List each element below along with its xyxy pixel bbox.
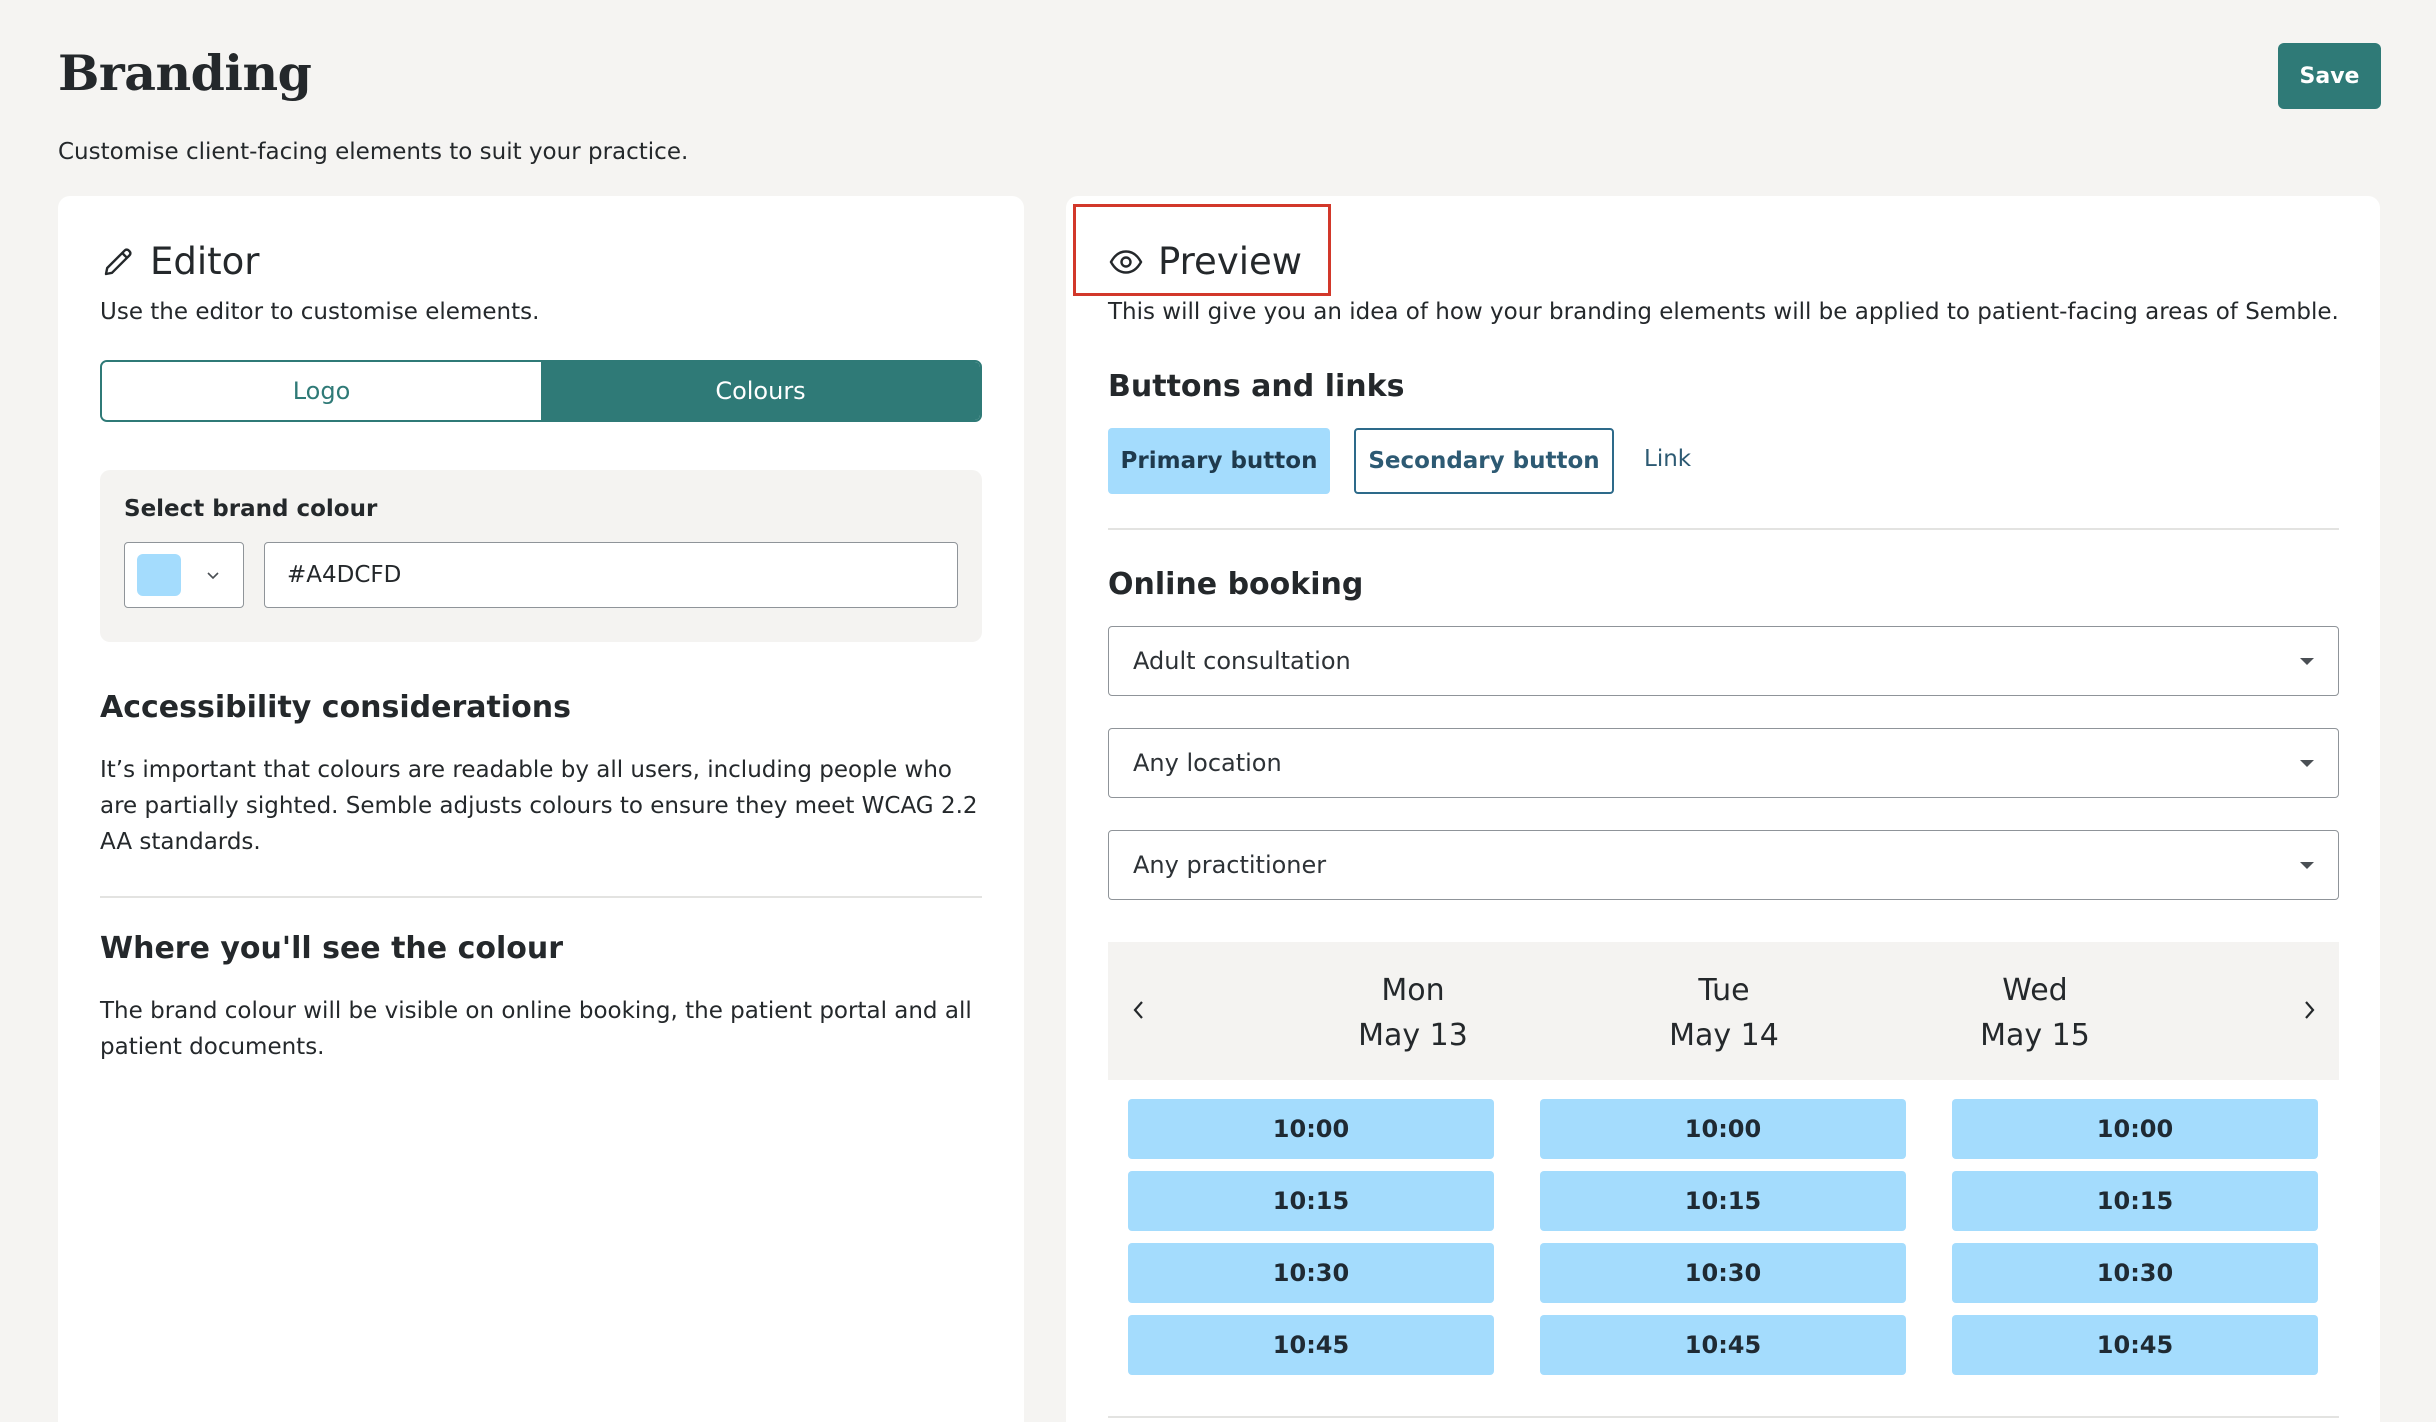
day-column-tue: Tue May 14 (1624, 968, 1824, 1058)
slots-divider (1108, 1416, 2339, 1418)
preview-divider (1108, 528, 2339, 530)
day-date: May 13 (1358, 1018, 1468, 1053)
time-slot[interactable]: 10:15 (1952, 1171, 2318, 1231)
preview-panel: Preview This will give you an idea of ho… (1066, 196, 2380, 1422)
time-slot[interactable]: 10:15 (1128, 1171, 1494, 1231)
pencil-icon (100, 244, 136, 280)
time-slot[interactable]: 10:00 (1540, 1099, 1906, 1159)
eye-icon (1108, 244, 1144, 280)
caret-down-icon (2300, 759, 2314, 767)
tab-logo[interactable]: Logo (102, 362, 541, 420)
brand-colour-box: Select brand colour #A4DCFD (100, 470, 982, 642)
colour-swatch-picker[interactable] (124, 542, 244, 608)
secondary-button[interactable]: Secondary button (1354, 428, 1614, 494)
hex-colour-input[interactable]: #A4DCFD (264, 542, 958, 608)
branding-page: Branding Customise client-facing element… (0, 0, 2436, 1422)
caret-down-icon (2300, 861, 2314, 869)
time-slot[interactable]: 10:15 (1540, 1171, 1906, 1231)
time-slot[interactable]: 10:30 (1540, 1243, 1906, 1303)
chevron-left-icon[interactable] (1128, 994, 1150, 1030)
calendar-header: Mon May 13 Tue May 14 Wed May 15 (1108, 942, 2339, 1080)
save-button[interactable]: Save (2278, 43, 2381, 109)
day-name: Tue (1698, 973, 1750, 1008)
page-title: Branding (58, 44, 312, 102)
time-slot[interactable]: 10:00 (1128, 1099, 1494, 1159)
practitioner-select[interactable]: Any practitioner (1108, 830, 2339, 900)
location-select-value: Any location (1133, 749, 1282, 777)
accessibility-body: It’s important that colours are readable… (100, 757, 978, 855)
editor-description: Use the editor to customise elements. (100, 299, 540, 325)
buttons-section-title: Buttons and links (1108, 369, 1405, 404)
day-name: Mon (1381, 973, 1445, 1008)
online-booking-title: Online booking (1108, 567, 1364, 602)
time-slot[interactable]: 10:30 (1128, 1243, 1494, 1303)
day-column-wed: Wed May 15 (1935, 968, 2135, 1058)
preview-description: This will give you an idea of how your b… (1108, 299, 2339, 325)
time-slot[interactable]: 10:30 (1952, 1243, 2318, 1303)
where-body: The brand colour will be visible on onli… (100, 998, 972, 1060)
preview-link[interactable]: Link (1644, 446, 1691, 472)
day-column-mon: Mon May 13 (1313, 968, 1513, 1058)
time-slot[interactable]: 10:00 (1952, 1099, 2318, 1159)
colour-swatch (137, 554, 181, 596)
accessibility-title: Accessibility considerations (100, 690, 571, 725)
editor-title: Editor (150, 240, 260, 283)
chevron-right-icon[interactable] (2298, 994, 2320, 1030)
preview-title: Preview (1158, 240, 1303, 283)
time-slot[interactable]: 10:45 (1128, 1315, 1494, 1375)
service-select[interactable]: Adult consultation (1108, 626, 2339, 696)
where-title: Where you'll see the colour (100, 931, 564, 966)
chevron-down-icon (205, 566, 221, 585)
time-slot[interactable]: 10:45 (1540, 1315, 1906, 1375)
editor-panel: Editor Use the editor to customise eleme… (58, 196, 1024, 1422)
day-name: Wed (2002, 973, 2068, 1008)
primary-button[interactable]: Primary button (1108, 428, 1330, 494)
caret-down-icon (2300, 657, 2314, 665)
editor-heading: Editor (100, 240, 260, 283)
editor-tabs: Logo Colours (100, 360, 982, 422)
brand-colour-label: Select brand colour (124, 496, 378, 522)
day-date: May 15 (1980, 1018, 2090, 1053)
editor-divider (100, 896, 982, 898)
location-select[interactable]: Any location (1108, 728, 2339, 798)
tab-colours[interactable]: Colours (541, 362, 980, 420)
page-subtitle: Customise client-facing elements to suit… (58, 139, 689, 165)
service-select-value: Adult consultation (1133, 647, 1351, 675)
time-slot[interactable]: 10:45 (1952, 1315, 2318, 1375)
practitioner-select-value: Any practitioner (1133, 851, 1327, 879)
preview-heading: Preview (1108, 240, 1302, 283)
day-date: May 14 (1669, 1018, 1779, 1053)
